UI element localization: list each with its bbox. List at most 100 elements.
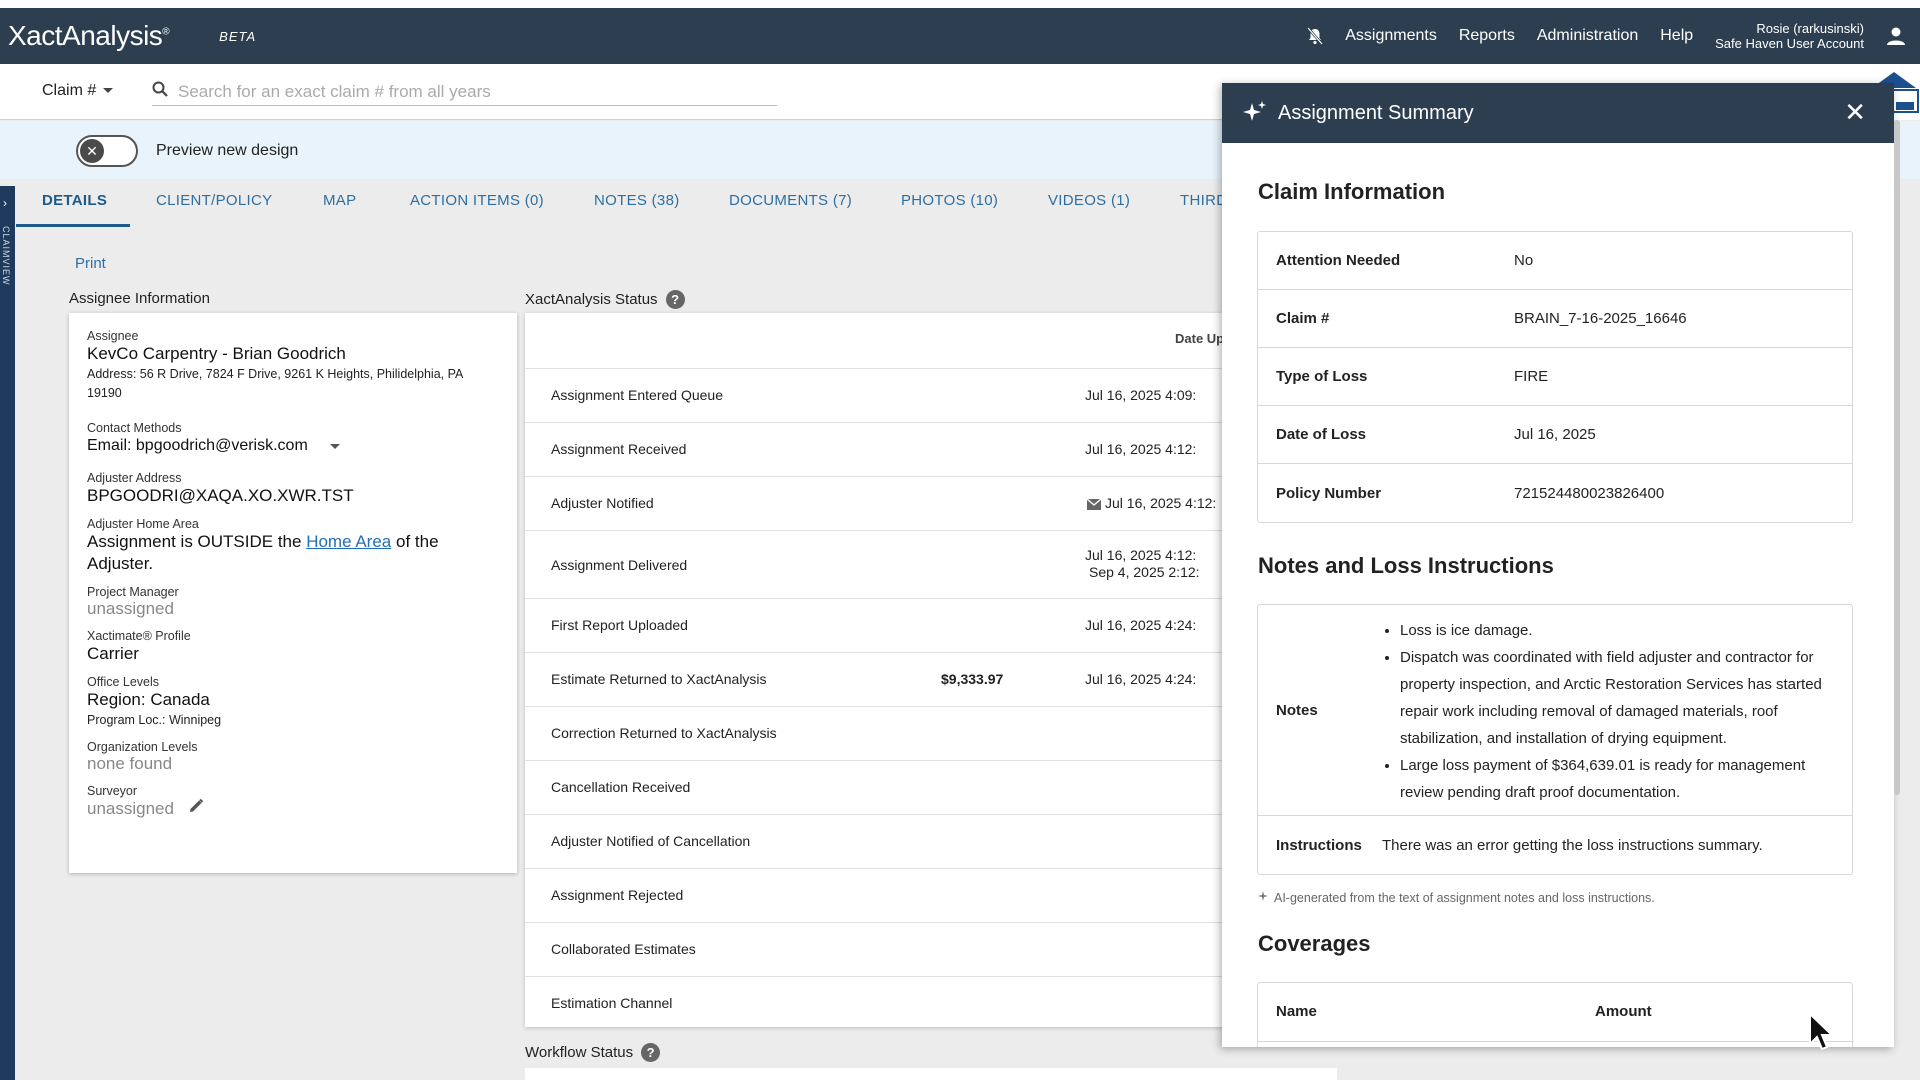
nav-reports[interactable]: Reports: [1459, 27, 1515, 45]
workflow-section-title: Workflow Status ?: [525, 1043, 661, 1062]
tab-client-policy[interactable]: CLIENT/POLICY: [156, 192, 272, 209]
chevron-down-icon: [102, 82, 114, 100]
row-name: Adjuster Notified: [551, 495, 654, 511]
workflow-section-label: Workflow Status: [525, 1044, 634, 1061]
nav-assignments[interactable]: Assignments: [1345, 27, 1437, 45]
assignee-name: KevCo Carpentry - Brian Goodrich: [87, 344, 346, 363]
coverages-table: Name Amount: [1257, 982, 1854, 1047]
user-account: Safe Haven User Account: [1715, 36, 1864, 51]
top-navigation: XactAnalysis® BETA Assignments Reports A…: [0, 8, 1920, 64]
nav-help[interactable]: Help: [1660, 27, 1693, 45]
assignee-section-label: Assignee Information: [69, 290, 210, 307]
table-row: Assignment Received Jul 16, 2025 4:12:: [525, 423, 1225, 477]
table-row: Estimate Returned to XactAnalysis $9,333.…: [525, 653, 1225, 707]
table-header-row: [525, 313, 1225, 369]
search-field: [152, 78, 777, 106]
profile-value: Carrier: [87, 644, 139, 663]
tab-action-items[interactable]: ACTION ITEMS (0): [410, 192, 544, 209]
notes-row: Notes Loss is ice damage. Dispatch was c…: [1258, 605, 1852, 816]
instructions-row: Instructions There was an error getting …: [1258, 816, 1852, 874]
ai-footnote: AI-generated from the text of assignment…: [1258, 890, 1655, 905]
brand-name: XactAnalysis: [8, 20, 163, 51]
office-levels-label: Office Levels: [87, 675, 160, 689]
table-row: First Report Uploaded Jul 16, 2025 4:24:: [525, 599, 1225, 653]
program-location: Program Loc.: Winnipeg: [87, 713, 222, 727]
notes-title: Notes and Loss Instructions: [1258, 553, 1554, 578]
info-value: Jul 16, 2025: [1514, 426, 1596, 443]
brand-mark: ®: [162, 26, 170, 38]
search-input[interactable]: [178, 81, 738, 102]
info-row: Attention Needed No: [1258, 232, 1852, 290]
adjuster-address-label: Adjuster Address: [87, 471, 182, 485]
panel-scrollbar[interactable]: [1894, 120, 1900, 795]
contact-email: Email: bpgoodrich@verisk.com: [87, 437, 308, 454]
surveyor-label: Surveyor: [87, 784, 138, 798]
home-area-label: Adjuster Home Area: [87, 517, 199, 531]
help-icon[interactable]: ?: [641, 1043, 661, 1062]
info-key: Claim #: [1276, 310, 1330, 327]
table-row: Collaborated Estimates: [525, 923, 1225, 977]
row-name: Collaborated Estimates: [551, 941, 696, 957]
coverage-name-header: Name: [1276, 1003, 1317, 1020]
search-type-label: Claim #: [42, 82, 97, 99]
mail-icon[interactable]: [1086, 497, 1102, 513]
surveyor-value: unassigned: [87, 798, 174, 818]
info-key: Attention Needed: [1276, 252, 1401, 269]
profile-label: Xactimate® Profile: [87, 629, 191, 643]
panel-header: Assignment Summary ✕: [1222, 83, 1894, 143]
search-type-dropdown[interactable]: Claim #: [42, 82, 114, 100]
print-link[interactable]: Print: [75, 255, 106, 272]
panel-title: Assignment Summary: [1278, 101, 1474, 124]
row-name: Adjuster Notified of Cancellation: [551, 833, 751, 849]
close-icon[interactable]: ✕: [1844, 99, 1866, 125]
tab-map[interactable]: MAP: [323, 192, 356, 209]
table-row: Adjuster Notified of Cancellation: [525, 815, 1225, 869]
table-row: Assignment Entered Queue Jul 16, 2025 4:0…: [525, 369, 1225, 423]
brand-logo[interactable]: XactAnalysis®: [8, 20, 170, 52]
tab-notes[interactable]: NOTES (38): [594, 192, 680, 209]
notifications-off-icon[interactable]: [1307, 27, 1324, 45]
info-value: 721524480023826400: [1514, 484, 1665, 502]
org-levels-label: Organization Levels: [87, 740, 198, 754]
tab-third-party[interactable]: THIRD: [1180, 192, 1227, 209]
preview-toggle[interactable]: ✕: [76, 135, 138, 167]
row-name: Estimation Channel: [551, 995, 673, 1011]
list-item: Large loss payment of $364,639.01 is rea…: [1400, 752, 1834, 806]
info-row: Date of Loss Jul 16, 2025: [1258, 406, 1852, 464]
notes-list: Loss is ice damage. Dispatch was coordin…: [1382, 605, 1852, 815]
pencil-icon[interactable]: [188, 798, 204, 819]
tab-bar: DETAILS CLIENT/POLICY MAP ACTION ITEMS (…: [16, 180, 1227, 226]
tab-details[interactable]: DETAILS: [42, 192, 107, 209]
info-key: Type of Loss: [1276, 368, 1368, 385]
table-row: Correction Returned to XactAnalysis: [525, 707, 1225, 761]
workflow-card: [525, 1068, 1337, 1080]
contact-methods-dropdown[interactable]: Email: bpgoodrich@verisk.com: [87, 435, 499, 457]
project-manager-value: unassigned: [87, 599, 174, 618]
tab-photos[interactable]: PHOTOS (10): [901, 192, 998, 209]
user-menu[interactable]: Rosie (rarkusinski) Safe Haven User Acco…: [1715, 21, 1864, 51]
table-row: Adjuster Notified Jul 16, 2025 4:12:: [525, 477, 1225, 531]
tab-videos[interactable]: VIDEOS (1): [1048, 192, 1130, 209]
home-area-link[interactable]: Home Area: [306, 532, 391, 551]
list-item: Dispatch was coordinated with field adju…: [1400, 644, 1834, 752]
notes-label: Notes: [1276, 701, 1318, 719]
preview-label: Preview new design: [156, 142, 299, 159]
list-item: Loss is ice damage.: [1400, 617, 1834, 644]
nav-administration[interactable]: Administration: [1537, 27, 1638, 45]
assignee-label: Assignee: [87, 329, 139, 343]
status-table: Date Up Assignment Entered Queue Jul 16, …: [525, 313, 1225, 1027]
row-name: Assignment Rejected: [551, 887, 684, 903]
tab-documents[interactable]: DOCUMENTS (7): [729, 192, 852, 209]
claimview-side-tab[interactable]: › CLAIMVIEW: [0, 186, 15, 1080]
table-row: Estimation Channel: [525, 977, 1225, 1027]
row-name: Assignment Entered Queue: [551, 387, 723, 403]
sparkle-icon: [1258, 890, 1270, 905]
claimview-label: CLAIMVIEW: [1, 226, 11, 286]
table-row: Cancellation Received: [525, 761, 1225, 815]
coverage-amount-header: Amount: [1595, 1003, 1652, 1020]
info-row: Type of Loss FIRE: [1258, 348, 1852, 406]
beta-label: BETA: [219, 28, 257, 44]
help-icon[interactable]: ?: [665, 290, 685, 309]
info-row: Claim # BRAIN_7-16-2025_16646: [1258, 290, 1852, 348]
user-avatar-icon[interactable]: [1886, 26, 1906, 46]
